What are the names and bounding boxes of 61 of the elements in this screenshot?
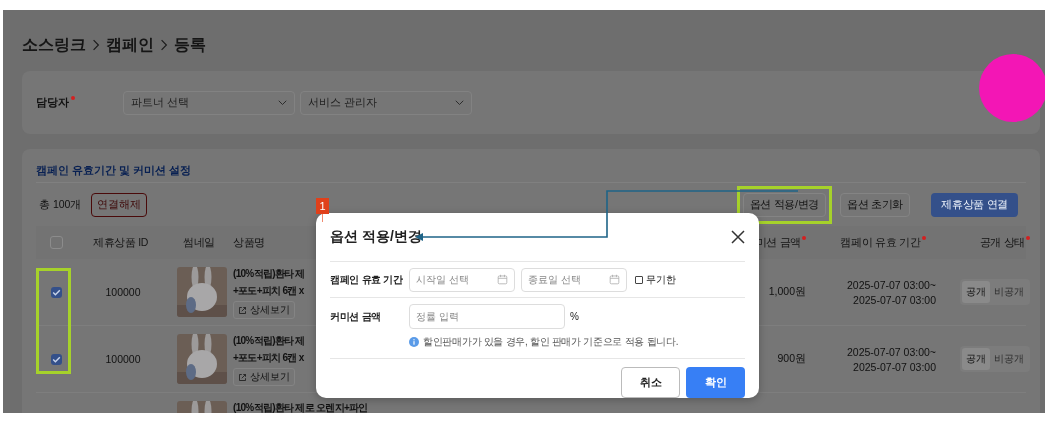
column-header: 제휴상품 ID [92, 235, 150, 250]
step-badge: 1 [316, 198, 329, 214]
checkbox[interactable] [50, 353, 62, 365]
info-icon [409, 337, 419, 347]
product-name: (10%적립)환타 제 [233, 334, 305, 348]
unit-label: % [570, 311, 579, 322]
confirm-button[interactable]: 확인 [686, 367, 745, 398]
select-field[interactable]: 서비스 관리자 [300, 90, 472, 115]
field-label: 담당자 [36, 95, 123, 110]
toolbar-button[interactable]: 옵션 초기화 [840, 193, 911, 217]
date-field[interactable]: 종료일 선택 [521, 267, 627, 292]
checkbox[interactable] [50, 286, 62, 298]
rate-field[interactable]: 정률 입력 [409, 304, 565, 329]
product-name: +포도+피치 6캔 x [233, 351, 304, 365]
table-cell: 100000 [105, 286, 141, 298]
product-name: (10%적립)환타 제 [233, 267, 305, 281]
detail-button[interactable]: 상세보기 [233, 368, 295, 386]
unlimited-checkbox[interactable]: 무기한 [635, 272, 676, 287]
table-cell: 2025-07-07 03:00~ [846, 278, 936, 291]
checkbox[interactable] [49, 236, 63, 249]
chevron-right-icon [92, 39, 100, 51]
cancel-button[interactable]: 취소 [621, 367, 680, 398]
product-name: (10%적립)환타 제로 오렌지+파인 [233, 401, 368, 413]
column-header: 상품명 [233, 235, 267, 250]
unlink-button[interactable]: 연결해제 [91, 193, 147, 217]
chevron-down-icon [455, 99, 464, 106]
table-cell: 2025-07-07 03:00 [853, 293, 936, 306]
column-header: 썸네일 [182, 235, 217, 250]
table-cell: 1,000원 [768, 285, 806, 299]
calendar-icon [497, 274, 508, 285]
close-button[interactable] [731, 230, 745, 244]
status-option[interactable]: 비공개 [990, 281, 1028, 303]
status-option[interactable]: 비공개 [990, 348, 1028, 370]
chevron-down-icon [278, 99, 287, 106]
toolbar-button[interactable]: 옵션 적용/변경 [742, 193, 827, 217]
toolbar-button[interactable]: 제휴상품 연결 [931, 193, 1018, 217]
breadcrumb-item: 소스링크 [22, 34, 86, 55]
breadcrumb-item: 등록 [174, 34, 206, 55]
info-note: 할인판매가가 있을 경우, 할인 판매가 기준으로 적용 됩니다. [423, 335, 679, 349]
table-cell: 2025-07-07 03:00 [853, 360, 936, 373]
field-label: 캠페인 유효 기간 [330, 272, 404, 287]
column-header: 공개 상태 [979, 235, 1030, 250]
total-count: 총 100개 [38, 198, 83, 212]
breadcrumb-item: 캠페인 [106, 34, 154, 55]
select-field[interactable]: 파트너 선택 [123, 90, 295, 115]
status-option[interactable]: 공개 [962, 281, 990, 303]
external-link-icon [238, 305, 247, 315]
modal-title: 옵션 적용/변경 [330, 228, 422, 246]
chevron-right-icon [160, 39, 168, 51]
table-cell: 2025-07-07 03:00~ [846, 345, 936, 358]
column-header: 캠페이 유효 기간 [840, 235, 926, 250]
table-cell: 100000 [105, 353, 141, 365]
calendar-icon [609, 274, 620, 285]
product-name: +포도+피치 6캔 x [233, 284, 304, 298]
status-option[interactable]: 공개 [962, 348, 990, 370]
external-link-icon [238, 372, 247, 382]
table-cell: 900원 [777, 352, 806, 366]
field-label: 커미션 금액 [330, 310, 382, 324]
section-title: 캠페인 유효기간 및 커미션 설정 [36, 149, 1026, 183]
detail-button[interactable]: 상세보기 [233, 301, 295, 319]
date-field[interactable]: 시작일 선택 [409, 267, 515, 292]
